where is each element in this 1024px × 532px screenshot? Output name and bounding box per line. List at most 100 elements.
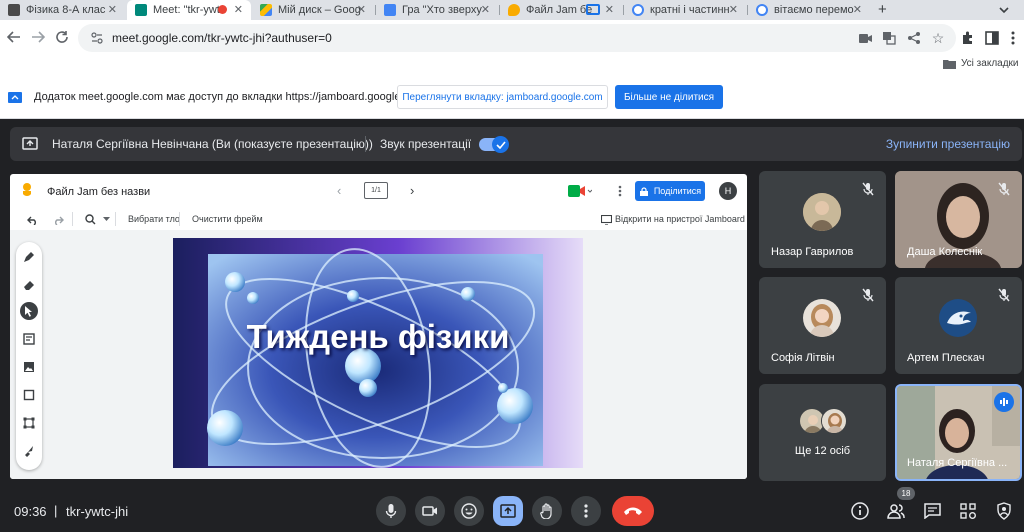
text-box-icon[interactable] xyxy=(20,414,38,432)
close-icon[interactable]: ✕ xyxy=(357,3,366,16)
open-on-device-button[interactable]: Відкрити на пристрої Jamboard xyxy=(615,214,745,224)
extensions-icon[interactable] xyxy=(960,30,976,46)
set-background-button[interactable]: Вибрати тло xyxy=(128,214,180,224)
chevron-down-icon[interactable] xyxy=(102,216,110,222)
jam-file-title[interactable]: Файл Jam без назви xyxy=(47,186,150,198)
tab-game[interactable]: Гра "Хто зверху ✕ xyxy=(376,0,498,20)
presented-jamboard: Файл Jam без назви ‹ 1/1 › Поділитися Н xyxy=(10,174,747,479)
mic-off-icon xyxy=(996,181,1012,197)
presentation-sound-toggle[interactable] xyxy=(479,136,509,153)
close-icon[interactable]: ✕ xyxy=(481,3,490,16)
more-options-button[interactable] xyxy=(571,496,601,526)
tab-meet[interactable]: Meet: "tkr-ywt ✕ xyxy=(127,0,251,20)
self-tile[interactable]: Наталя Сергіївна ... xyxy=(895,384,1022,481)
next-frame-icon[interactable]: › xyxy=(410,183,414,198)
more-vert-icon[interactable] xyxy=(615,183,625,199)
more-vert-icon xyxy=(584,504,588,518)
image-icon[interactable] xyxy=(20,358,38,376)
chat-icon[interactable] xyxy=(922,501,942,521)
prev-frame-icon[interactable]: ‹ xyxy=(337,183,341,198)
bookmark-star-icon[interactable]: ☆ xyxy=(930,30,946,46)
browser-tab-strip: Фізика 8-А клас ✕ Meet: "tkr-ywt ✕ Мій д… xyxy=(0,0,1024,20)
back-icon[interactable] xyxy=(6,29,22,45)
clock: 09:36 xyxy=(14,504,47,519)
meeting-info-icon[interactable] xyxy=(850,501,870,521)
participant-tile[interactable]: Софія Літвін xyxy=(759,277,886,374)
tab-my-drive[interactable]: Мій диск – Goog ✕ xyxy=(252,0,374,20)
chevron-down-icon[interactable] xyxy=(997,3,1011,17)
shape-icon[interactable] xyxy=(20,386,38,404)
all-bookmarks-link[interactable]: Усі закладки xyxy=(961,58,1019,69)
presentation-bar: Наталя Сергіївна Невінчана (Ви (показуєт… xyxy=(10,127,1022,161)
sticky-note-icon[interactable] xyxy=(20,330,38,348)
folder-icon xyxy=(942,58,956,70)
close-icon[interactable]: ✕ xyxy=(605,3,614,16)
forward-icon[interactable] xyxy=(30,29,46,45)
undo-icon[interactable] xyxy=(26,214,38,226)
translate-icon[interactable] xyxy=(881,30,897,46)
mic-off-icon xyxy=(860,181,876,197)
leave-call-button[interactable] xyxy=(612,496,654,526)
stop-presenting-button[interactable]: Зупинити презентацію xyxy=(886,137,1010,151)
redo-icon[interactable] xyxy=(52,214,64,226)
participant-tile[interactable]: Назар Гаврилов xyxy=(759,171,886,268)
stop-sharing-button[interactable]: Більше не ділитися xyxy=(615,85,723,109)
lock-icon xyxy=(639,186,649,196)
raise-hand-button[interactable] xyxy=(532,496,562,526)
tab-label: Файл Jam бе xyxy=(526,4,593,16)
close-icon[interactable]: ✕ xyxy=(234,3,243,16)
meet-present-icon[interactable] xyxy=(568,183,592,199)
menu-icon[interactable] xyxy=(1006,30,1020,46)
camera-button[interactable] xyxy=(415,496,445,526)
more-participants-tile[interactable]: Ще 12 осіб xyxy=(759,384,886,481)
side-panel-icon[interactable] xyxy=(984,30,1000,46)
camera-icon[interactable] xyxy=(858,32,872,44)
mic-icon xyxy=(385,504,397,518)
jamboard-favicon-icon xyxy=(508,4,520,16)
presentation-sound-label: Звук презентації xyxy=(380,137,472,151)
meet-window: Наталя Сергіївна Невінчана (Ви (показуєт… xyxy=(0,119,1024,532)
microphone-button[interactable] xyxy=(376,496,406,526)
close-icon[interactable]: ✕ xyxy=(729,3,738,16)
present-now-button[interactable] xyxy=(493,496,523,526)
address-bar[interactable]: meet.google.com/tkr-ywtc-jhi?authuser=0 xyxy=(78,24,956,52)
clear-frame-button[interactable]: Очистити фрейм xyxy=(192,214,263,224)
tab-multiples[interactable]: кратні і частинн ✕ xyxy=(624,0,746,20)
people-icon[interactable] xyxy=(886,501,906,521)
screen-share-icon xyxy=(8,91,22,103)
pen-icon[interactable] xyxy=(20,248,38,266)
close-icon[interactable]: ✕ xyxy=(108,3,117,16)
new-tab-button[interactable]: + xyxy=(878,0,887,20)
host-controls-icon[interactable] xyxy=(994,501,1014,521)
zoom-icon[interactable] xyxy=(84,213,96,225)
tab-jamboard[interactable]: Файл Jam бе ✕ xyxy=(500,0,622,20)
user-avatar[interactable]: Н xyxy=(719,182,737,200)
cast-device-icon[interactable] xyxy=(600,214,612,225)
more-participants-label: Ще 12 осіб xyxy=(794,445,851,457)
select-cursor-icon[interactable] xyxy=(20,302,38,320)
tab-label: кратні і частинн xyxy=(650,4,730,16)
jam-share-button[interactable]: Поділитися xyxy=(635,181,705,201)
sharing-icon xyxy=(586,4,600,15)
google-favicon-icon xyxy=(632,4,644,16)
view-tab-button[interactable]: Переглянути вкладку: jamboard.google.com xyxy=(397,85,608,109)
tab-congrats[interactable]: вітаємо перемо ✕ xyxy=(748,0,870,20)
frame-counter[interactable]: 1/1 xyxy=(364,182,388,199)
jam-canvas[interactable]: Тиждень фізики xyxy=(10,230,747,479)
reactions-button[interactable] xyxy=(454,496,484,526)
reload-icon[interactable] xyxy=(54,29,70,45)
jam-share-label: Поділитися xyxy=(653,186,702,196)
presenter-name: Наталя Сергіївна Невінчана (Ви (показуєт… xyxy=(52,137,373,151)
laser-icon[interactable] xyxy=(20,442,38,460)
activities-icon[interactable] xyxy=(958,501,978,521)
participant-tile[interactable]: Артем Плескач xyxy=(895,277,1022,374)
emoji-icon xyxy=(461,503,477,519)
close-icon[interactable]: ✕ xyxy=(853,3,862,16)
eraser-icon[interactable] xyxy=(20,276,38,294)
tab-label: вітаємо перемо xyxy=(774,4,854,16)
tab-physics-8a[interactable]: Фізика 8-А клас ✕ xyxy=(0,0,125,20)
site-info-icon[interactable] xyxy=(90,31,104,45)
share-icon[interactable] xyxy=(906,30,922,46)
participant-tile[interactable]: Даша Колеснік xyxy=(895,171,1022,268)
participant-name: Софія Літвін xyxy=(771,352,835,364)
